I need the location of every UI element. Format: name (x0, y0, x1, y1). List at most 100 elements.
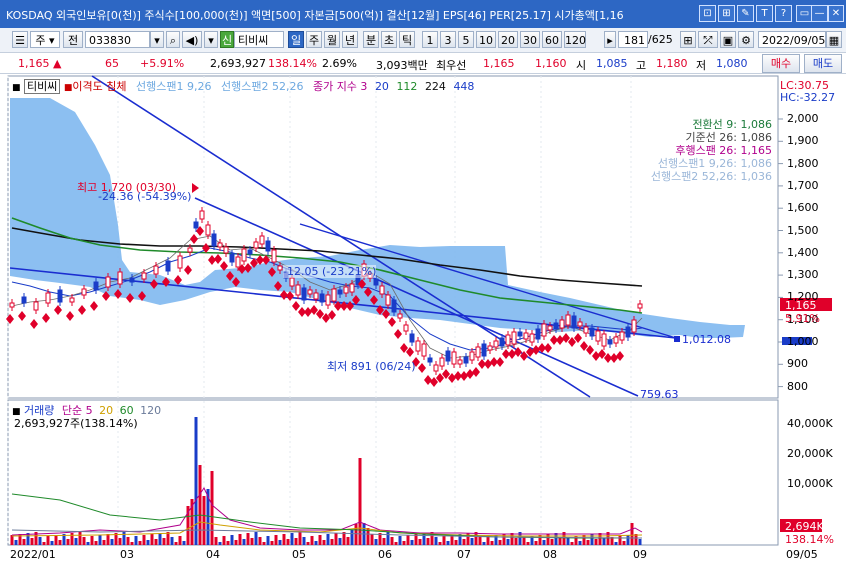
legend-ma-112[interactable]: 112 (396, 80, 417, 93)
candle-body (439, 357, 445, 367)
volume-bar (242, 539, 246, 545)
market-prefix-button[interactable]: 전 (63, 31, 83, 48)
legend-close-index[interactable]: 종가 지수 3 (313, 80, 367, 93)
interval-5-button[interactable]: 5 (458, 31, 474, 48)
sell-button[interactable]: 매도 (804, 54, 842, 73)
tenkan-value: 전환선 9: 1,086 (692, 118, 772, 131)
period-year-button[interactable]: 년 (342, 31, 358, 48)
volume-bar (374, 539, 378, 545)
mode-select[interactable]: 주 ▾ (30, 31, 60, 48)
period-second-button[interactable]: 초 (381, 31, 397, 48)
candle-body (445, 350, 451, 362)
candle-body (517, 331, 523, 337)
volume-bar (222, 536, 226, 545)
candle-body (265, 240, 271, 252)
volume-ratio: 138.14% (268, 57, 317, 70)
interval-3-button[interactable]: 3 (440, 31, 456, 48)
compare-icon[interactable]: ⤱ (698, 31, 718, 48)
count-input[interactable]: 181 (618, 31, 648, 48)
volume-bar (522, 537, 526, 545)
candle-body (93, 281, 99, 291)
chikou-value: 후행스팬 26: 1,165 (675, 144, 772, 157)
help-icon[interactable]: ? (775, 5, 792, 22)
interval-20-button[interactable]: 20 (498, 31, 518, 48)
lock-icon[interactable]: ⊞ (680, 31, 696, 48)
price-axis-tick: 1,800 (787, 156, 819, 170)
code-dropdown-icon[interactable]: ▾ (150, 31, 164, 48)
candle-body (379, 285, 385, 295)
calendar-icon[interactable]: ▦ (826, 31, 842, 48)
legend-disparity[interactable]: 이격도 침체 (72, 80, 126, 93)
candle-body (241, 248, 247, 262)
save-icon[interactable]: ▣ (720, 31, 736, 48)
interval-120-button[interactable]: 120 (564, 31, 586, 48)
legend-span1[interactable]: 선행스팬1 9,26 (136, 80, 211, 93)
date-input[interactable]: 2022/09/05 (758, 31, 826, 48)
volume-bar (454, 540, 458, 545)
volume-bar (66, 539, 70, 545)
candle-body (385, 294, 391, 306)
volume-bar (630, 523, 634, 545)
time-axis-label: 04 (206, 548, 220, 561)
candle-body (511, 331, 517, 345)
volume-bar (282, 534, 286, 545)
trend-end-marker (674, 336, 680, 342)
volume-bar (434, 537, 438, 545)
new-listing-badge: 신 (220, 31, 234, 48)
period-tick-button[interactable]: 틱 (399, 31, 415, 48)
period-week-button[interactable]: 주 (306, 31, 322, 48)
candle-body (33, 301, 39, 311)
stock-name-field[interactable]: 티비씨 (234, 31, 284, 48)
buy-button[interactable]: 매수 (762, 54, 800, 73)
stock-code-input[interactable]: 033830 (85, 31, 150, 48)
candle-body (45, 292, 51, 304)
legend-ma-448[interactable]: 448 (453, 80, 474, 93)
volume-bar (626, 535, 630, 545)
volume-bar (90, 536, 94, 545)
trend-end-label-2: 759.63 (640, 388, 679, 401)
menu-icon[interactable]: ☰ (12, 31, 28, 48)
pencil-icon[interactable]: ✎ (737, 5, 754, 22)
volume-bar (74, 538, 78, 545)
volume-axis-current: 2,694K (785, 520, 824, 533)
candle-body (493, 340, 499, 348)
legend-ma-224[interactable]: 224 (425, 80, 446, 93)
step-icon[interactable]: ▸ (604, 31, 616, 48)
candle-body (583, 326, 589, 334)
period-month-button[interactable]: 월 (324, 31, 340, 48)
interval-1-button[interactable]: 1 (422, 31, 438, 48)
candle-body (559, 319, 565, 329)
interval-60-button[interactable]: 60 (542, 31, 562, 48)
volume-bar (126, 537, 130, 545)
volume-bar (390, 537, 394, 545)
price-change-pct: +5.91% (140, 57, 185, 70)
period-minute-button[interactable]: 분 (363, 31, 379, 48)
candle-body (259, 235, 265, 245)
scale-hc: HC:-32.27 (780, 91, 836, 104)
minimize-icon[interactable]: — (811, 5, 828, 22)
interval-10-button[interactable]: 10 (476, 31, 496, 48)
search-icon[interactable]: ⌕ (166, 31, 180, 48)
layout-icon[interactable]: ⊡ (699, 5, 716, 22)
grid-icon[interactable]: ⊞ (718, 5, 735, 22)
interval-30-button[interactable]: 30 (520, 31, 540, 48)
price-axis-tick: 1,700 (787, 178, 819, 192)
legend-span2[interactable]: 선행스팬2 52,26 (221, 80, 303, 93)
chevron-down-icon[interactable]: ▾ (204, 31, 218, 48)
close-icon[interactable]: ✕ (828, 5, 844, 22)
candle-body (271, 249, 277, 263)
volume-bar (598, 533, 602, 545)
period-day-button[interactable]: 일 (288, 31, 304, 48)
time-axis-label: 08 (543, 548, 557, 561)
text-icon[interactable]: T (756, 5, 773, 22)
volume-bar (558, 538, 562, 545)
volume-ma-120[interactable]: 120 (140, 404, 161, 417)
candle-body (613, 336, 619, 344)
price-axis-tick: 1,400 (787, 245, 819, 259)
gear-icon[interactable]: ⚙ (738, 31, 754, 48)
volume-bar (482, 542, 486, 545)
sound-icon[interactable]: ◀) (182, 31, 202, 48)
legend-ma-20[interactable]: 20 (375, 80, 389, 93)
volume-bar (38, 537, 42, 545)
legend-stock-name[interactable]: 티비씨 (24, 79, 61, 94)
